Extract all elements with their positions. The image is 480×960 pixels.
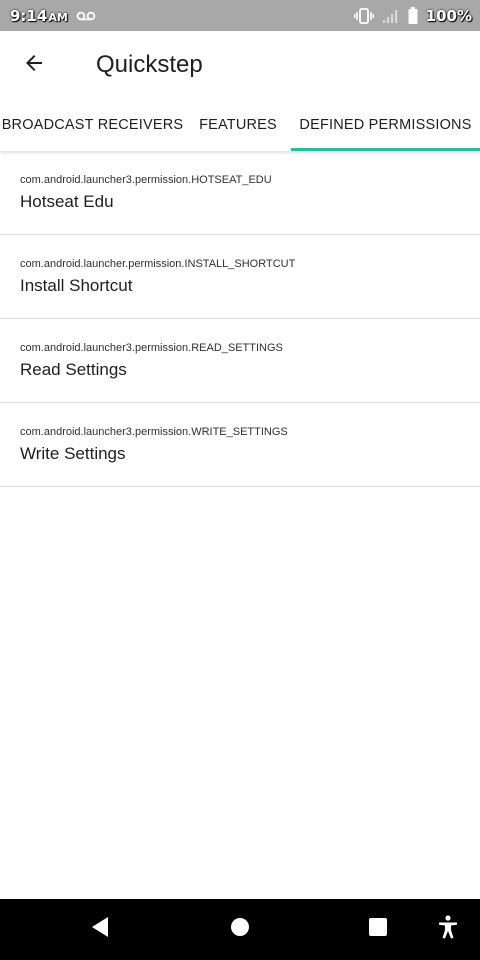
arrow-left-icon: [22, 51, 46, 80]
vibrate-icon: [353, 7, 374, 24]
voicemail-icon: [76, 11, 96, 21]
accessibility-button[interactable]: [428, 899, 468, 960]
app-bar: Quickstep: [0, 31, 480, 99]
status-left: 9:14AM: [10, 7, 96, 25]
page-title: Quickstep: [96, 51, 203, 78]
permission-name: Write Settings: [20, 444, 126, 463]
permission-name: Read Settings: [20, 360, 127, 379]
status-time: 9:14AM: [10, 6, 68, 25]
nav-home-button[interactable]: [220, 899, 260, 960]
status-bar: 9:14AM 100%: [0, 0, 480, 31]
permission-list: com.android.launcher3.permission.HOTSEAT…: [0, 151, 480, 487]
status-right: 100%: [353, 6, 472, 25]
permission-id: com.android.launcher3.permission.WRITE_S…: [20, 426, 288, 438]
permission-id: com.android.launcher.permission.INSTALL_…: [20, 258, 296, 270]
tab-bar: BROADCAST RECEIVERS FEATURES DEFINED PER…: [0, 99, 480, 151]
nav-recents-button[interactable]: [358, 899, 398, 960]
battery-icon: [408, 7, 418, 24]
list-item[interactable]: com.android.launcher3.permission.READ_SE…: [0, 319, 480, 403]
back-button[interactable]: [16, 47, 52, 83]
list-item[interactable]: com.android.launcher3.permission.WRITE_S…: [0, 403, 480, 487]
permission-id: com.android.launcher3.permission.HOTSEAT…: [20, 174, 272, 186]
permission-id: com.android.launcher3.permission.READ_SE…: [20, 342, 283, 354]
nav-back-button[interactable]: [80, 899, 120, 960]
tab-defined-permissions[interactable]: DEFINED PERMISSIONS: [291, 99, 480, 151]
navigation-bar: [0, 899, 480, 960]
recents-square-icon: [368, 917, 388, 942]
permission-name: Hotseat Edu: [20, 192, 114, 211]
home-circle-icon: [230, 917, 250, 942]
battery-percent: 100%: [425, 6, 472, 25]
permission-name: Install Shortcut: [20, 276, 133, 295]
back-triangle-icon: [90, 916, 110, 943]
tab-features[interactable]: FEATURES: [185, 99, 291, 151]
signal-icon: [382, 8, 400, 24]
tab-broadcast-receivers[interactable]: BROADCAST RECEIVERS: [0, 99, 185, 151]
list-item[interactable]: com.android.launcher.permission.INSTALL_…: [0, 235, 480, 319]
list-item[interactable]: com.android.launcher3.permission.HOTSEAT…: [0, 151, 480, 235]
accessibility-icon: [438, 915, 458, 944]
